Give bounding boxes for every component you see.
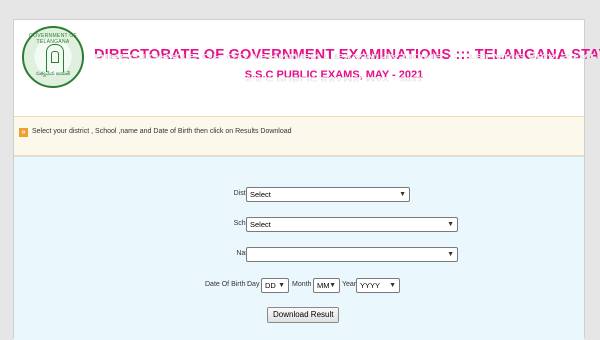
chevron-down-icon: ▼ <box>278 282 285 289</box>
instruction-notice: » Select your district , School ,name an… <box>14 116 584 156</box>
chevron-down-icon: ▼ <box>447 251 454 258</box>
day-select[interactable]: DD ▼ <box>261 278 289 293</box>
month-label: Month : <box>292 281 316 288</box>
name-row: Name: ▼ <box>14 247 584 263</box>
month-select[interactable]: MM ▼ <box>313 278 340 293</box>
page-title-reflection: DIRECTORATE OF GOVERNMENT EXAMINATIONS :… <box>94 52 600 60</box>
school-row: School: Select ▼ <box>14 217 584 233</box>
dob-row: Date Of Birth : Day : DD ▼ Month : MM ▼ … <box>14 278 584 294</box>
page-subtitle-reflection: S.S.C PUBLIC EXAMS, MAY - 2021 <box>244 75 424 82</box>
district-row: District: Select ▼ <box>14 187 584 203</box>
dob-label: Date Of Birth : <box>205 281 250 288</box>
info-arrow-icon: » <box>19 128 28 137</box>
submit-row: Download Result <box>14 307 584 323</box>
year-select[interactable]: YYYY ▼ <box>356 278 400 293</box>
month-select-value: MM <box>317 281 330 290</box>
name-select[interactable]: ▼ <box>246 247 458 262</box>
year-select-value: YYYY <box>360 281 381 290</box>
page-header: GOVERNMENT OF TELANGANA సత్యమేవ జయతే DIR… <box>14 20 600 110</box>
telangana-emblem-logo: GOVERNMENT OF TELANGANA సత్యమేవ జయతే <box>22 26 84 88</box>
chevron-down-icon: ▼ <box>447 221 454 228</box>
chevron-down-icon: ▼ <box>389 282 396 289</box>
day-select-value: DD <box>265 281 276 290</box>
school-select-value: Select <box>250 220 271 229</box>
results-form: District: Select ▼ School: Select ▼ Name… <box>14 156 584 340</box>
district-select-value: Select <box>250 190 271 199</box>
school-select[interactable]: Select ▼ <box>246 217 458 232</box>
instruction-text: Select your district , School ,name and … <box>32 128 292 135</box>
district-select[interactable]: Select ▼ <box>246 187 410 202</box>
emblem-bottom-text: సత్యమేవ జయతే <box>36 71 70 77</box>
chevron-down-icon: ▼ <box>329 282 336 289</box>
results-page: GOVERNMENT OF TELANGANA సత్యమేవ జయతే DIR… <box>13 19 600 340</box>
download-result-button[interactable]: Download Result <box>267 307 340 323</box>
emblem-tower-icon <box>46 44 64 72</box>
chevron-down-icon: ▼ <box>399 191 406 198</box>
